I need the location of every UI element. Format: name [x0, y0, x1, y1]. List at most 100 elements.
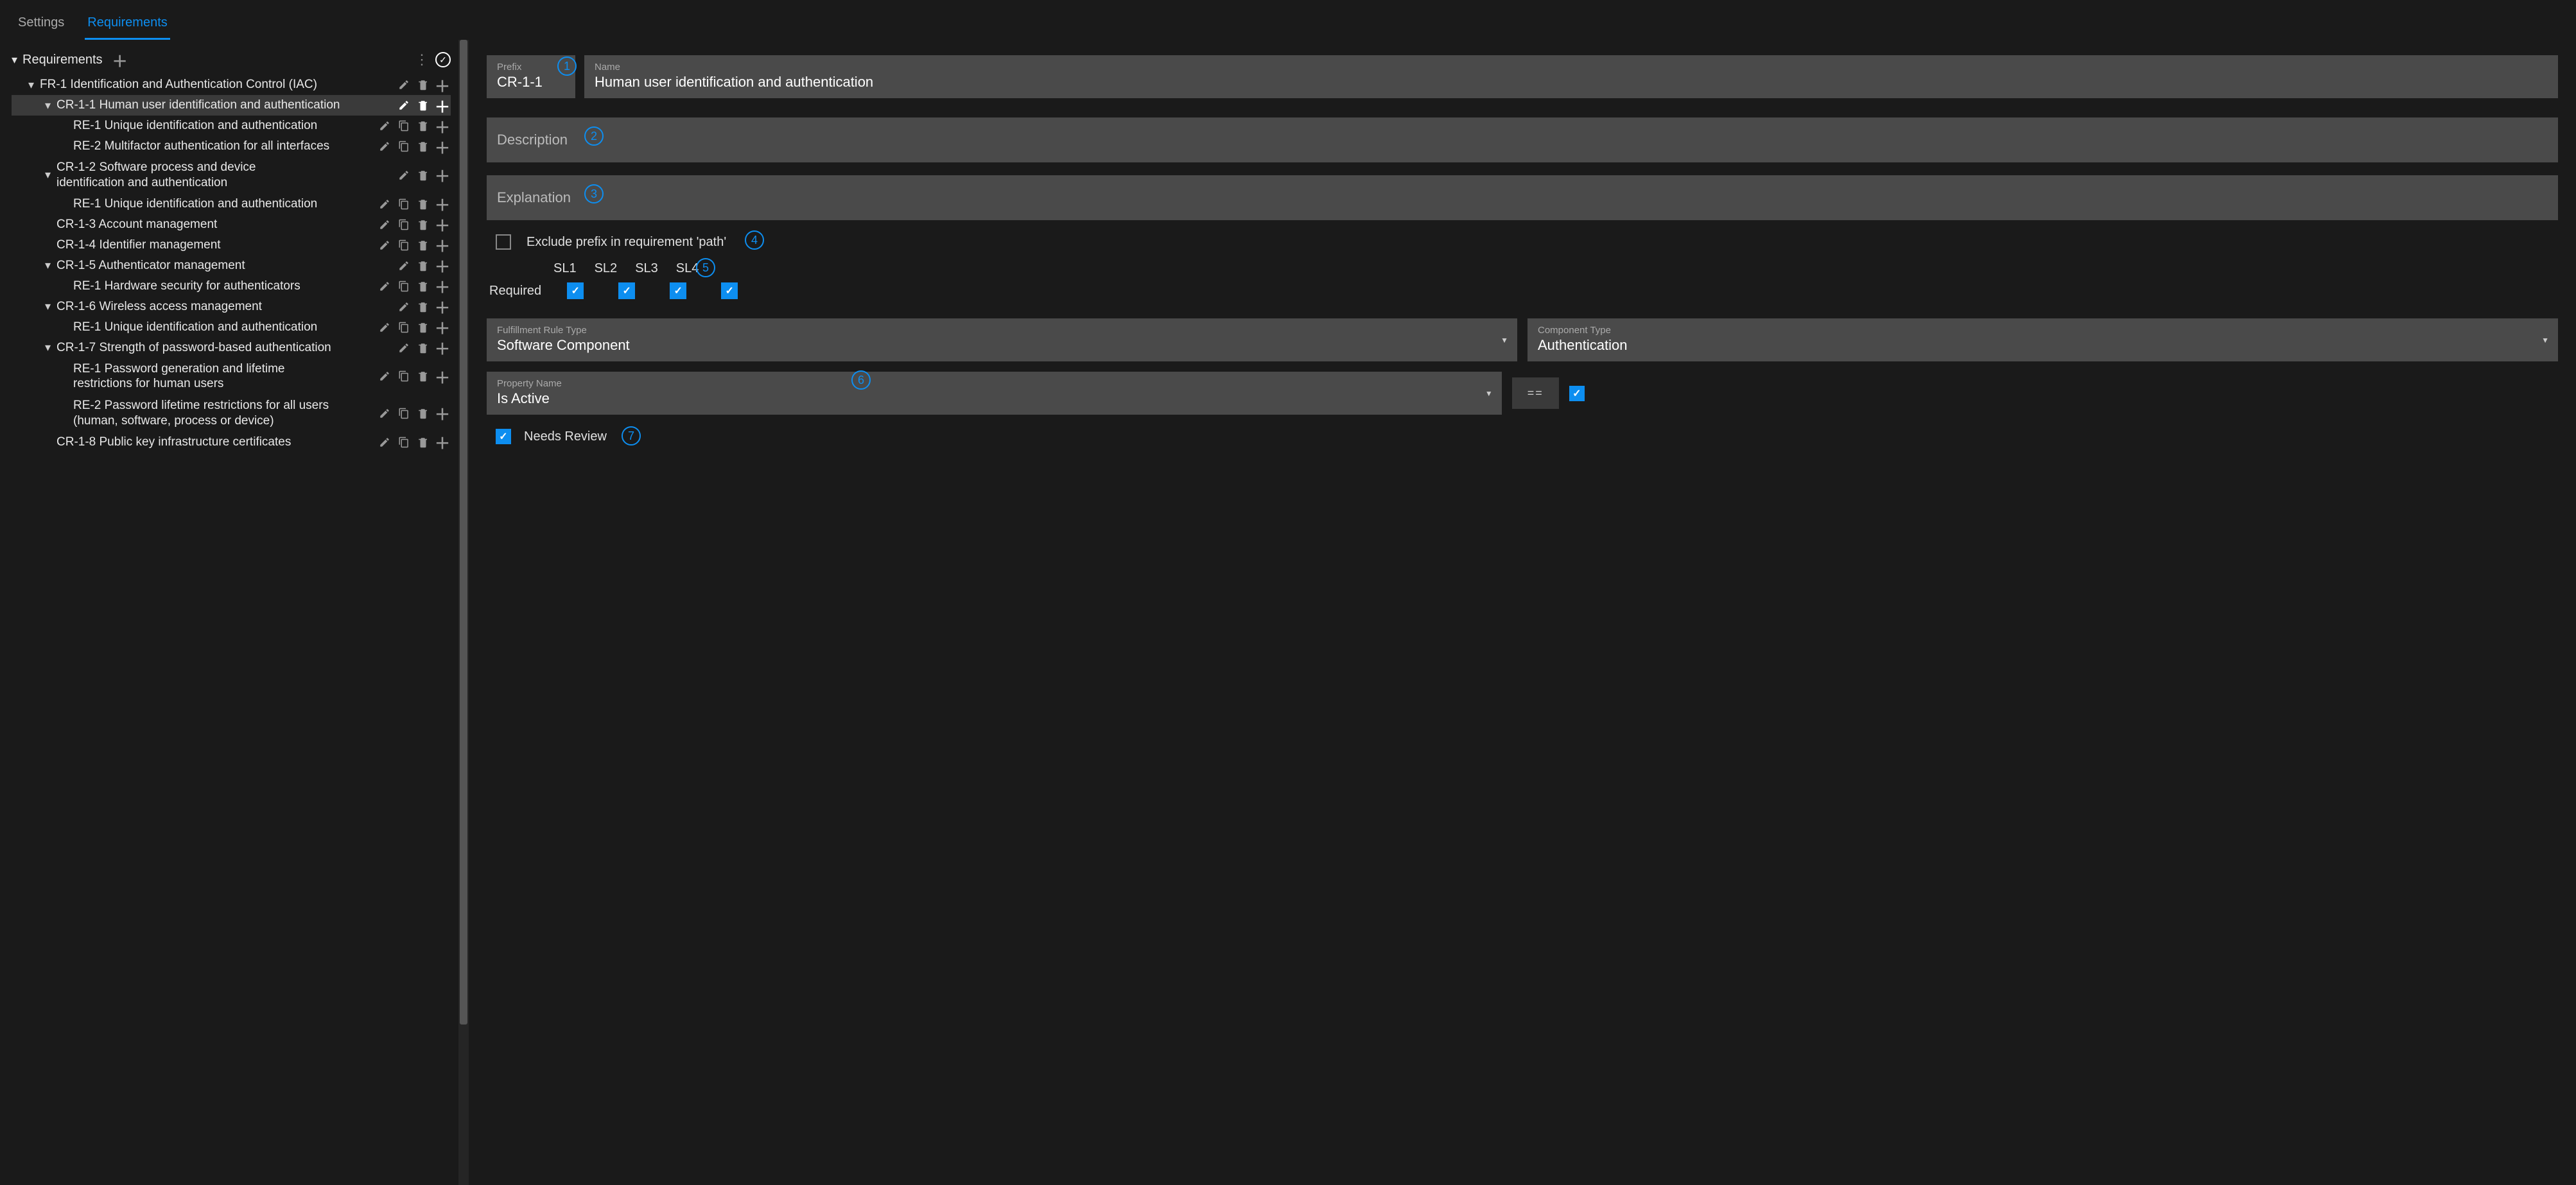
- expander-icon[interactable]: ▾: [45, 300, 57, 313]
- tree-row[interactable]: RE-1 Unique identification and authentic…: [12, 116, 451, 136]
- tab-requirements[interactable]: Requirements: [85, 8, 170, 40]
- add-icon[interactable]: ＋: [437, 301, 448, 313]
- property-name-select[interactable]: Property Name Is Active ▼: [487, 372, 1502, 415]
- delete-icon[interactable]: [417, 408, 429, 419]
- copy-icon[interactable]: [398, 408, 410, 419]
- delete-icon[interactable]: [417, 322, 429, 333]
- copy-icon[interactable]: [398, 120, 410, 132]
- tree-row[interactable]: ▾CR-1-7 Strength of password-based authe…: [12, 338, 451, 358]
- property-value-checkbox[interactable]: [1569, 386, 1585, 401]
- tab-settings[interactable]: Settings: [15, 8, 67, 40]
- tree-row[interactable]: RE-2 Password lifetime restrictions for …: [12, 395, 451, 432]
- tree-row[interactable]: ▾CR-1-5 Authenticator management＋: [12, 255, 451, 276]
- delete-icon[interactable]: [417, 301, 429, 313]
- tree-row[interactable]: RE-1 Unique identification and authentic…: [12, 317, 451, 338]
- delete-icon[interactable]: [417, 370, 429, 382]
- edit-icon[interactable]: [379, 141, 390, 152]
- add-icon[interactable]: ＋: [437, 281, 448, 292]
- add-icon[interactable]: ＋: [437, 79, 448, 91]
- tree-row[interactable]: RE-1 Hardware security for authenticator…: [12, 276, 451, 297]
- tree-row[interactable]: ▾CR-1-2 Software process and device iden…: [12, 157, 451, 194]
- tree-row[interactable]: ▾FR-1 Identification and Authentication …: [12, 74, 451, 95]
- required-sl1-checkbox[interactable]: [567, 282, 584, 299]
- edit-icon[interactable]: [398, 169, 410, 181]
- add-icon[interactable]: ＋: [437, 239, 448, 251]
- add-icon[interactable]: ＋: [437, 342, 448, 354]
- copy-icon[interactable]: [398, 198, 410, 210]
- exclude-prefix-checkbox[interactable]: [496, 234, 511, 250]
- add-icon[interactable]: ＋: [437, 198, 448, 210]
- tree-row[interactable]: CR-1-8 Public key infrastructure certifi…: [12, 432, 451, 453]
- delete-icon[interactable]: [417, 141, 429, 152]
- edit-icon[interactable]: [398, 301, 410, 313]
- add-icon[interactable]: ＋: [437, 370, 448, 382]
- copy-icon[interactable]: [398, 141, 410, 152]
- expander-icon[interactable]: ▾: [45, 259, 57, 272]
- edit-icon[interactable]: [398, 79, 410, 91]
- edit-icon[interactable]: [379, 198, 390, 210]
- needs-review-checkbox[interactable]: [496, 429, 511, 444]
- tree-row[interactable]: RE-1 Unique identification and authentic…: [12, 194, 451, 214]
- copy-icon[interactable]: [398, 370, 410, 382]
- prefix-field[interactable]: Prefix CR-1-1 1: [487, 55, 575, 98]
- tree-row[interactable]: ▾CR-1-6 Wireless access management＋: [12, 297, 451, 317]
- edit-icon[interactable]: [379, 322, 390, 333]
- delete-icon[interactable]: [417, 342, 429, 354]
- delete-icon[interactable]: [417, 198, 429, 210]
- tree-scrollbar[interactable]: [458, 40, 469, 1185]
- tree-row[interactable]: RE-2 Multifactor authentication for all …: [12, 136, 451, 157]
- delete-icon[interactable]: [417, 219, 429, 230]
- copy-icon[interactable]: [398, 219, 410, 230]
- add-icon[interactable]: ＋: [437, 141, 448, 152]
- tree-row[interactable]: CR-1-4 Identifier management＋: [12, 235, 451, 255]
- tree-row[interactable]: CR-1-3 Account management＋: [12, 214, 451, 235]
- tree-more-menu[interactable]: ⋮: [415, 51, 428, 68]
- validate-icon[interactable]: ✓: [435, 52, 451, 67]
- edit-icon[interactable]: [398, 260, 410, 272]
- required-sl4-checkbox[interactable]: [721, 282, 738, 299]
- expander-icon[interactable]: ▾: [28, 78, 40, 92]
- add-icon[interactable]: ＋: [437, 169, 448, 181]
- delete-icon[interactable]: [417, 260, 429, 272]
- explanation-field[interactable]: Explanation 3: [487, 175, 2558, 220]
- expander-icon[interactable]: ▾: [45, 99, 57, 112]
- delete-icon[interactable]: [417, 437, 429, 448]
- copy-icon[interactable]: [398, 281, 410, 292]
- add-root-button[interactable]: ＋: [114, 54, 126, 65]
- copy-icon[interactable]: [398, 322, 410, 333]
- tree-row[interactable]: ▾CR-1-1 Human user identification and au…: [12, 95, 451, 116]
- delete-icon[interactable]: [417, 169, 429, 181]
- copy-icon[interactable]: [398, 437, 410, 448]
- edit-icon[interactable]: [379, 239, 390, 251]
- tree-root-expander[interactable]: ▾: [12, 53, 17, 67]
- name-field[interactable]: Name Human user identification and authe…: [584, 55, 2558, 98]
- edit-icon[interactable]: [379, 281, 390, 292]
- add-icon[interactable]: ＋: [437, 99, 448, 111]
- copy-icon[interactable]: [398, 239, 410, 251]
- description-field[interactable]: Description 2: [487, 117, 2558, 162]
- edit-icon[interactable]: [398, 99, 410, 111]
- expander-icon[interactable]: ▾: [45, 341, 57, 354]
- expander-icon[interactable]: ▾: [45, 168, 57, 182]
- delete-icon[interactable]: [417, 79, 429, 91]
- add-icon[interactable]: ＋: [437, 408, 448, 419]
- tree-row[interactable]: RE-1 Password generation and lifetime re…: [12, 358, 451, 395]
- delete-icon[interactable]: [417, 120, 429, 132]
- operator-box[interactable]: ==: [1512, 377, 1559, 409]
- add-icon[interactable]: ＋: [437, 322, 448, 333]
- edit-icon[interactable]: [398, 342, 410, 354]
- edit-icon[interactable]: [379, 437, 390, 448]
- delete-icon[interactable]: [417, 281, 429, 292]
- required-sl3-checkbox[interactable]: [670, 282, 686, 299]
- edit-icon[interactable]: [379, 120, 390, 132]
- edit-icon[interactable]: [379, 370, 390, 382]
- fulfillment-rule-type-select[interactable]: Fulfillment Rule Type Software Component…: [487, 318, 1517, 361]
- add-icon[interactable]: ＋: [437, 219, 448, 230]
- component-type-select[interactable]: Component Type Authentication ▼: [1527, 318, 2558, 361]
- edit-icon[interactable]: [379, 408, 390, 419]
- add-icon[interactable]: ＋: [437, 437, 448, 448]
- add-icon[interactable]: ＋: [437, 260, 448, 272]
- delete-icon[interactable]: [417, 99, 429, 111]
- required-sl2-checkbox[interactable]: [618, 282, 635, 299]
- delete-icon[interactable]: [417, 239, 429, 251]
